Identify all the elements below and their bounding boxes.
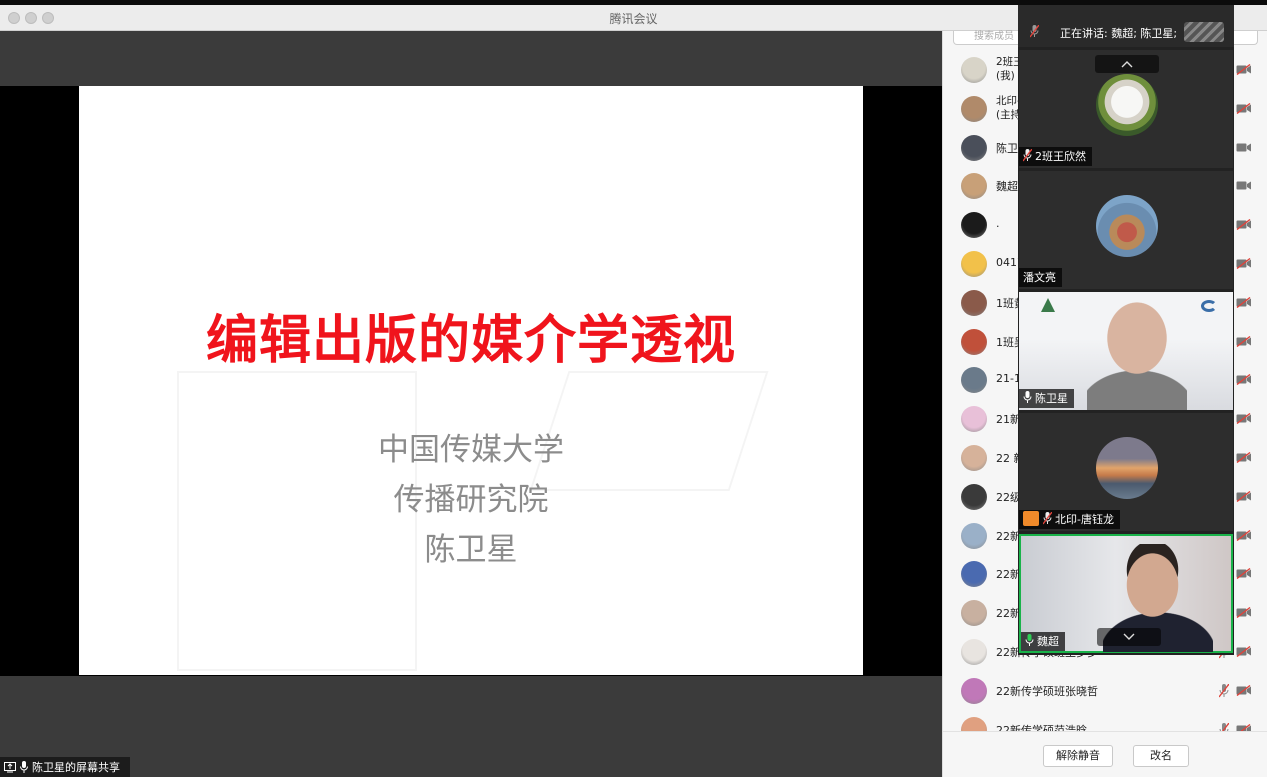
tile-name: 北印-唐钰龙 — [1055, 513, 1114, 526]
mic-muted-icon — [1042, 511, 1053, 525]
camera-off-icon[interactable] — [1236, 413, 1252, 425]
camera-off-icon[interactable] — [1236, 646, 1252, 657]
chevron-down-icon — [1123, 633, 1135, 640]
mic-muted-icon[interactable] — [1219, 683, 1229, 698]
meeting-window: 腾讯会议 编辑出版的媒介学透视 中国传媒大学 传播研究院 陈卫星 陈卫星的屏幕共… — [0, 0, 1267, 777]
video-tile[interactable]: 陈卫星 — [1019, 292, 1233, 410]
camera-off-icon[interactable] — [1236, 64, 1252, 75]
avatar — [961, 522, 987, 549]
avatar — [961, 483, 987, 510]
avatar — [961, 406, 987, 433]
video-gallery: 正在讲话: 魏超; 陈卫星; 2班王欣然 潘文亮 陈卫星 北印-唐钰龙 魏超 — [1018, 5, 1234, 655]
tile-name-label: 潘文亮 — [1019, 268, 1062, 287]
avatar — [961, 289, 987, 316]
camera-off-icon[interactable] — [1236, 607, 1252, 619]
camera-off-icon[interactable] — [1236, 452, 1252, 463]
video-tile[interactable]: 2班王欣然 — [1019, 50, 1233, 168]
camera-off-icon[interactable] — [1236, 490, 1252, 502]
avatar — [961, 251, 987, 277]
camera-off-icon[interactable] — [1236, 529, 1252, 541]
camera-off-icon[interactable] — [1236, 258, 1252, 269]
video-tile[interactable]: 潘文亮 — [1019, 171, 1233, 289]
video-tile-active[interactable]: 魏超 — [1019, 534, 1233, 653]
participants-footer: 解除静音 改名 — [943, 731, 1267, 777]
camera-off-icon[interactable] — [1236, 102, 1252, 114]
mic-icon — [20, 761, 28, 773]
avatar — [961, 95, 987, 122]
avatar — [961, 600, 987, 627]
tile-name: 潘文亮 — [1023, 271, 1056, 284]
slide-title: 编辑出版的媒介学透视 — [205, 310, 736, 371]
slide-line-university: 中国传媒大学 — [378, 432, 564, 468]
camera-icon[interactable] — [1236, 142, 1252, 153]
cat-avatar — [1096, 74, 1158, 136]
institute-logo-icon — [1201, 300, 1217, 312]
camera-off-icon[interactable] — [1236, 219, 1252, 231]
tile-name-label: 2班王欣然 — [1019, 147, 1092, 166]
tile-name: 陈卫星 — [1035, 392, 1068, 405]
avatar — [961, 639, 987, 665]
participant-name: 魏超 — [996, 180, 1018, 194]
tile-name: 2班王欣然 — [1035, 150, 1086, 163]
signal-icon — [1184, 22, 1224, 42]
cuc-logo-icon — [1041, 298, 1055, 312]
avatar — [961, 677, 987, 704]
camera-off-icon[interactable] — [1236, 568, 1252, 580]
camera-off-icon[interactable] — [1236, 684, 1252, 696]
camera-icon[interactable] — [1236, 180, 1252, 191]
chevron-up-icon — [1121, 61, 1133, 68]
speaking-text: 正在讲话: 魏超; 陈卫星; — [1060, 27, 1178, 40]
speaking-indicator: 正在讲话: 魏超; 陈卫星; — [1018, 5, 1234, 47]
tile-name-label: 北印-唐钰龙 — [1019, 510, 1120, 529]
presenter-video — [1087, 294, 1187, 410]
scroll-down-button[interactable] — [1097, 628, 1161, 646]
avatar — [961, 328, 987, 355]
participant-name: . — [996, 217, 1000, 231]
participant-row[interactable]: 22新传学硕班张晓哲 — [943, 672, 1267, 710]
participant-name: 22新传学硕班张晓哲 — [996, 684, 1098, 698]
participant-name: 陈卫 — [996, 141, 1018, 155]
avatar — [961, 367, 987, 394]
slide-line-institute: 传播研究院 — [393, 482, 549, 518]
mic-icon — [1023, 391, 1032, 403]
avatar — [961, 445, 987, 471]
scroll-up-button[interactable] — [1095, 55, 1159, 73]
unmute-all-button[interactable]: 解除静音 — [1043, 745, 1113, 767]
host-icon — [1023, 511, 1039, 526]
camera-off-icon[interactable] — [1236, 335, 1252, 347]
screen-share-icon — [4, 761, 16, 772]
avatar — [961, 57, 987, 83]
avatar — [961, 173, 987, 200]
rename-button[interactable]: 改名 — [1133, 745, 1189, 767]
tile-name: 魏超 — [1037, 635, 1059, 648]
avatar — [961, 212, 987, 239]
mic-muted-icon — [1030, 25, 1039, 38]
slide-watermark — [177, 371, 417, 671]
mic-active-icon — [1025, 634, 1034, 646]
video-tile[interactable]: 北印-唐钰龙 — [1019, 413, 1233, 531]
screen-share-label[interactable]: 陈卫星的屏幕共享 — [0, 757, 130, 777]
shared-slide: 编辑出版的媒介学透视 中国传媒大学 传播研究院 陈卫星 — [79, 86, 863, 675]
tile-name-label: 魏超 — [1021, 632, 1065, 651]
avatar — [961, 561, 987, 588]
avatar — [961, 134, 987, 161]
screen-share-text: 陈卫星的屏幕共享 — [32, 761, 120, 774]
camera-off-icon[interactable] — [1236, 374, 1252, 386]
tile-name-label: 陈卫星 — [1019, 389, 1074, 408]
camera-off-icon[interactable] — [1236, 296, 1252, 308]
slide-line-author: 陈卫星 — [424, 532, 518, 568]
sunset-avatar — [1096, 437, 1158, 499]
bear-avatar — [1096, 195, 1158, 257]
mic-muted-icon — [1022, 148, 1033, 162]
